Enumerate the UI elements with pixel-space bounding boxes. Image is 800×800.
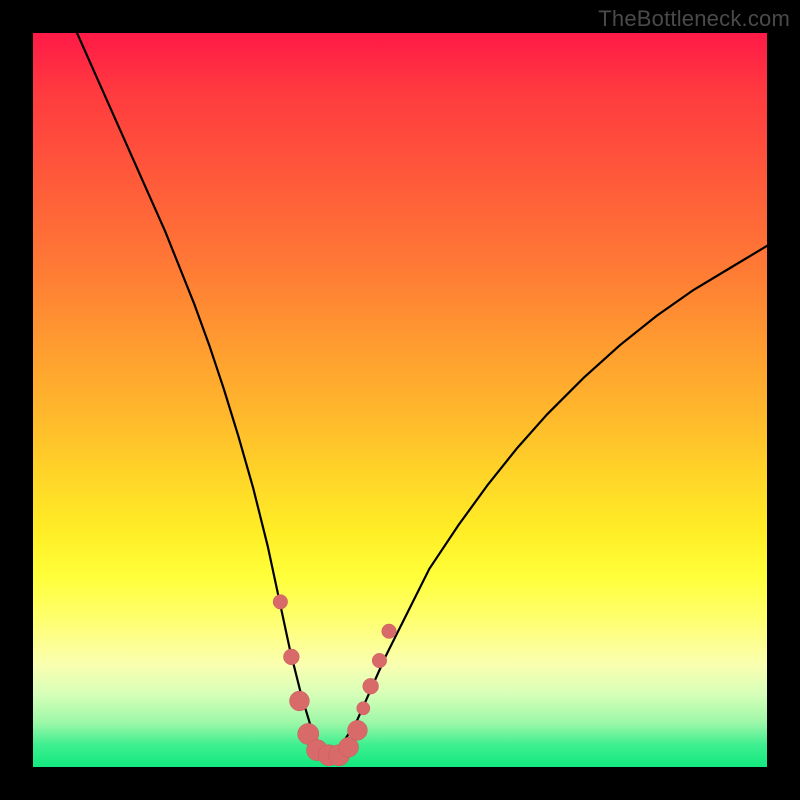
- watermark-text: TheBottleneck.com: [598, 6, 790, 32]
- plot-area: [33, 33, 767, 767]
- curve-marker: [348, 720, 368, 740]
- curve-marker: [357, 702, 370, 715]
- curve-marker: [363, 678, 379, 694]
- chart-svg: [33, 33, 767, 767]
- curve-marker: [290, 691, 310, 711]
- curve-markers: [273, 595, 396, 766]
- chart-frame: TheBottleneck.com: [0, 0, 800, 800]
- curve-marker: [283, 649, 299, 665]
- curve-marker: [382, 624, 397, 639]
- curve-marker: [372, 653, 387, 668]
- curve-marker: [273, 595, 288, 610]
- bottleneck-curve: [77, 33, 767, 752]
